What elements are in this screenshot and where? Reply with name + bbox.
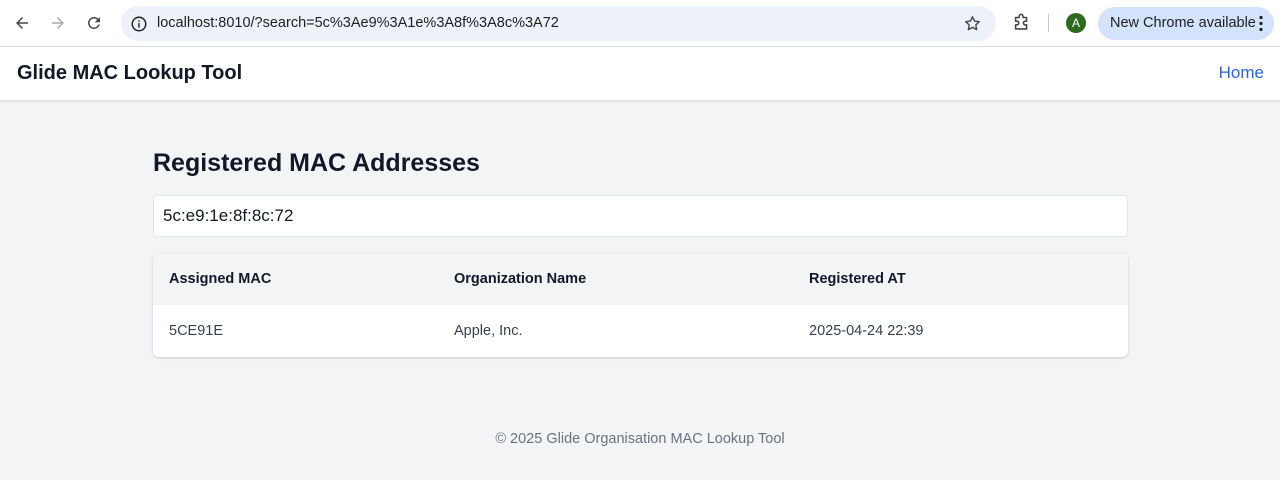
table-row: 5CE91E Apple, Inc. 2025-04-24 22:39 [153,305,1128,357]
update-label: New Chrome available [1110,15,1256,31]
cell-assigned-mac: 5CE91E [169,323,224,339]
more-menu-icon[interactable] [1258,15,1264,32]
page-title: Registered MAC Addresses [153,149,480,177]
reload-icon [88,17,100,29]
chrome-update-button[interactable]: New Chrome available [1098,7,1274,40]
url-text[interactable]: localhost:8010/?search=5c%3Ae9%3A1e%3A8f… [157,15,559,31]
forward-arrow-icon [52,17,64,29]
address-bar[interactable]: localhost:8010/?search=5c%3Ae9%3A1e%3A8f… [121,6,996,41]
mac-table: Assigned MAC Organization Name Registere… [153,253,1128,357]
back-arrow-icon [16,17,28,29]
column-header-assigned-mac: Assigned MAC [169,271,272,287]
column-header-organization: Organization Name [454,271,587,287]
column-header-registered-at: Registered AT [809,271,906,287]
back-button[interactable] [7,8,37,38]
bookmark-star-icon[interactable] [963,14,982,33]
profile-avatar[interactable]: A [1066,13,1086,33]
cell-registered-at: 2025-04-24 22:39 [809,323,924,339]
reload-button[interactable] [79,8,109,38]
toolbar-divider [1048,14,1049,32]
site-title: Glide MAC Lookup Tool [17,62,243,84]
table-header: Assigned MAC Organization Name Registere… [153,253,1128,305]
browser-toolbar: localhost:8010/?search=5c%3Ae9%3A1e%3A8f… [0,0,1280,47]
mac-search-input[interactable] [153,195,1128,237]
footer-text: © 2025 Glide Organisation MAC Lookup Too… [495,431,785,447]
site-header: Glide MAC Lookup Tool Home [0,47,1280,100]
home-link[interactable]: Home [1219,63,1264,83]
forward-button[interactable] [43,8,73,38]
cell-organization: Apple, Inc. [454,323,523,339]
site-info-icon[interactable] [129,14,148,33]
extensions-puzzle-icon[interactable] [1011,12,1033,34]
